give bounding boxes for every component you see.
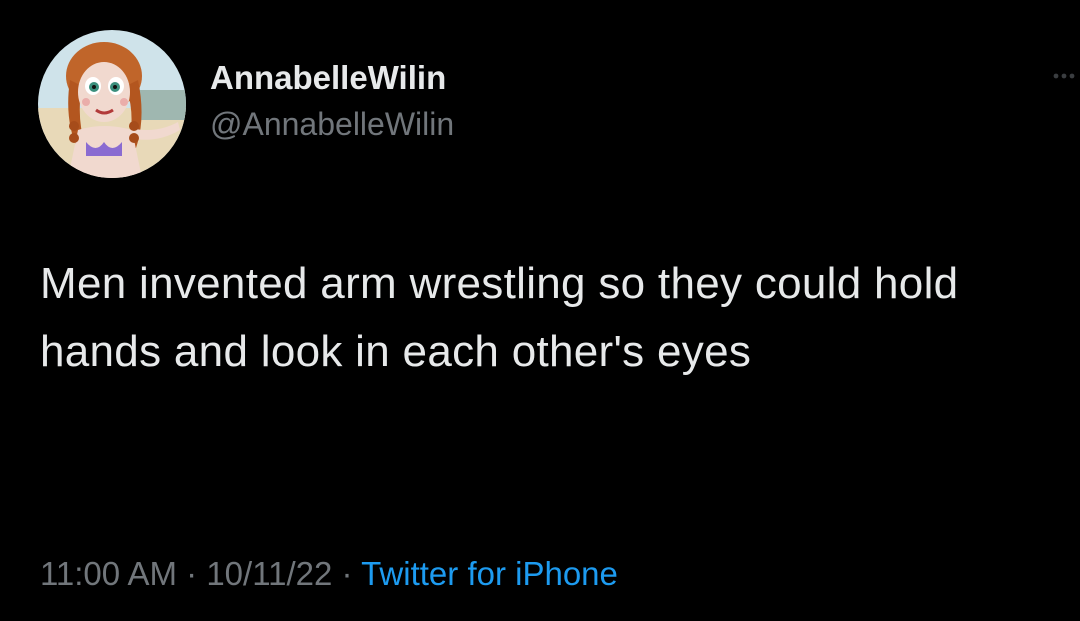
author-info: AnnabelleWilin @AnnabelleWilin <box>210 58 454 144</box>
more-icon <box>1053 73 1075 79</box>
user-handle[interactable]: @AnnabelleWilin <box>210 104 454 144</box>
tweet-meta: 11:00 AM · 10/11/22 · Twitter for iPhone <box>40 552 618 596</box>
doll-avatar-icon <box>38 30 186 178</box>
more-options-button[interactable] <box>1046 66 1080 86</box>
tweet-time[interactable]: 11:00 AM <box>40 555 177 592</box>
tweet-date[interactable]: 10/11/22 <box>206 555 332 592</box>
meta-separator: · <box>341 555 353 592</box>
tweet-text: Men invented arm wrestling so they could… <box>40 259 959 376</box>
tweet-source-link[interactable]: Twitter for iPhone <box>361 555 618 592</box>
tweet-card: AnnabelleWilin @AnnabelleWilin Men inven… <box>0 0 1080 621</box>
display-name[interactable]: AnnabelleWilin <box>210 58 454 98</box>
avatar[interactable] <box>38 30 186 178</box>
meta-separator: · <box>186 555 198 592</box>
